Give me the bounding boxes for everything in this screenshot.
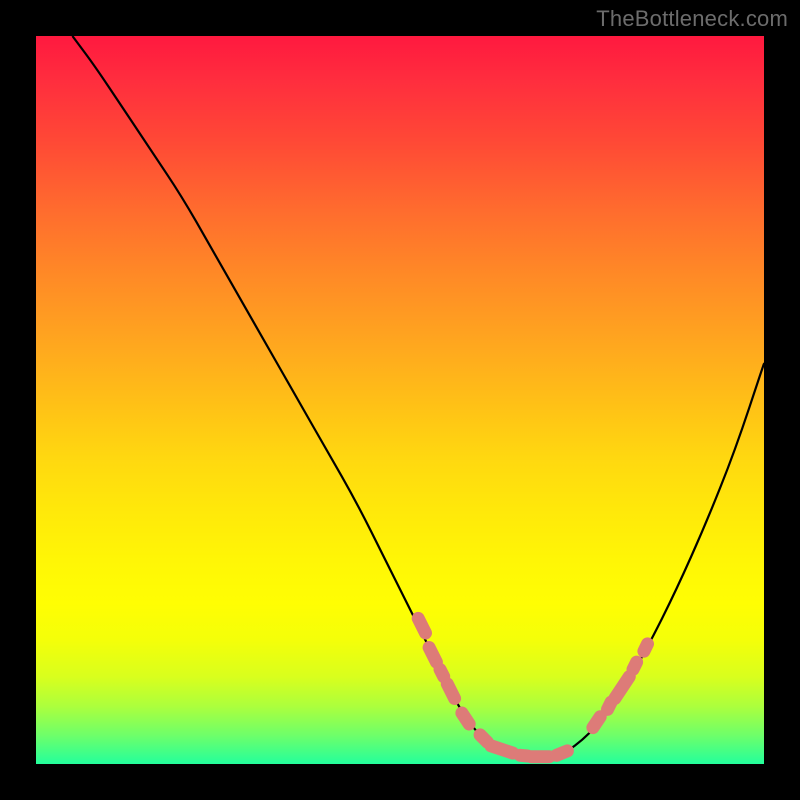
marker-segment (447, 684, 454, 699)
bottleneck-curve-path (72, 36, 764, 757)
marker-segment (644, 644, 648, 651)
watermark-text: TheBottleneck.com (596, 6, 788, 32)
marker-segment (462, 713, 469, 724)
app-frame: TheBottleneck.com (0, 0, 800, 800)
marker-segment (429, 648, 436, 663)
marker-segment (491, 746, 513, 753)
plot-area (36, 36, 764, 764)
chart-svg (36, 36, 764, 764)
marker-segment (480, 735, 487, 742)
marker-segment (593, 717, 600, 728)
marker-segment (440, 669, 444, 676)
marker-segment (633, 662, 637, 669)
marker-segment (557, 751, 568, 755)
marker-segment (615, 677, 630, 699)
marker-segment (418, 618, 425, 633)
marker-group (418, 618, 647, 756)
